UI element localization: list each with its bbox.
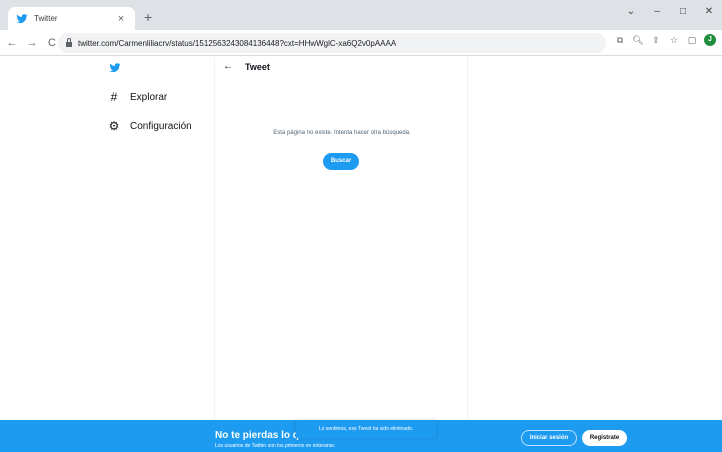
tab-title: Twitter xyxy=(34,14,58,23)
toolbar-icons: ⧉ 🔍︎ ⇪ ☆ ▢ J xyxy=(614,34,716,46)
right-column xyxy=(468,57,722,420)
banner-title: No te pierdas lo qu xyxy=(215,430,301,441)
new-tab-button[interactable]: + xyxy=(144,9,152,25)
page-title: Tweet xyxy=(245,62,270,72)
forward-button[interactable]: → xyxy=(24,37,40,49)
gear-icon: ⚙ xyxy=(108,119,120,133)
sidebar-item-configuracion[interactable]: ⚙ Configuración xyxy=(108,119,192,133)
twitter-logo-icon[interactable] xyxy=(108,62,122,74)
sidebar-item-label: Configuración xyxy=(130,120,192,132)
install-app-icon[interactable]: ⧉ xyxy=(614,35,626,46)
sidebar-item-label: Explorar xyxy=(130,91,168,103)
browser-toolbar: ← → C twitter.com/Carmenliliacrv/status/… xyxy=(0,30,722,56)
sidebar-item-explorar[interactable]: # Explorar xyxy=(108,90,168,104)
url-text[interactable]: twitter.com/Carmenliliacrv/status/151256… xyxy=(78,39,396,48)
login-button[interactable]: Iniciar sesión xyxy=(521,430,577,446)
side-panel-icon[interactable]: ▢ xyxy=(686,35,698,46)
back-button[interactable]: ← xyxy=(4,37,20,49)
lock-icon[interactable] xyxy=(66,38,72,47)
bookmark-star-icon[interactable]: ☆ xyxy=(668,35,680,46)
window-controls: ⌄ – □ ✕ xyxy=(618,0,722,22)
share-icon[interactable]: ⇪ xyxy=(650,35,662,46)
close-window-button[interactable]: ✕ xyxy=(696,6,722,17)
back-arrow-icon[interactable]: ← xyxy=(223,61,233,72)
main-column: ← Tweet Esta página no existe. Intenta h… xyxy=(214,57,468,420)
browser-tab[interactable]: Twitter × xyxy=(8,7,135,30)
restore-button[interactable]: □ xyxy=(670,6,696,17)
profile-avatar[interactable]: J xyxy=(704,34,716,46)
search-button[interactable]: Buscar xyxy=(323,153,359,170)
browser-tab-bar: Twitter × + ⌄ – □ ✕ xyxy=(0,0,722,30)
deleted-tweet-toast: Lo sentimos, ese Tweet ha sido eliminado… xyxy=(296,420,436,438)
empty-state-message: Esta página no existe. Intenta hacer otr… xyxy=(273,130,411,136)
register-button[interactable]: Regístrate xyxy=(582,430,627,446)
twitter-bird-icon xyxy=(16,13,28,23)
minimize-button[interactable]: – xyxy=(644,6,670,17)
hashtag-icon: # xyxy=(110,90,118,104)
tab-search-icon[interactable]: ⌄ xyxy=(618,6,644,17)
address-bar[interactable]: twitter.com/Carmenliliacrv/status/151256… xyxy=(58,33,606,53)
left-sidebar: # Explorar ⚙ Configuración xyxy=(0,57,214,420)
signup-banner: No te pierdas lo qu Los usuarios de Twit… xyxy=(0,420,722,452)
tab-close-icon[interactable]: × xyxy=(115,13,127,25)
banner-subtitle: Los usuarios de Twitter son los primeros… xyxy=(215,443,336,449)
zoom-icon[interactable]: 🔍︎ xyxy=(632,35,644,46)
